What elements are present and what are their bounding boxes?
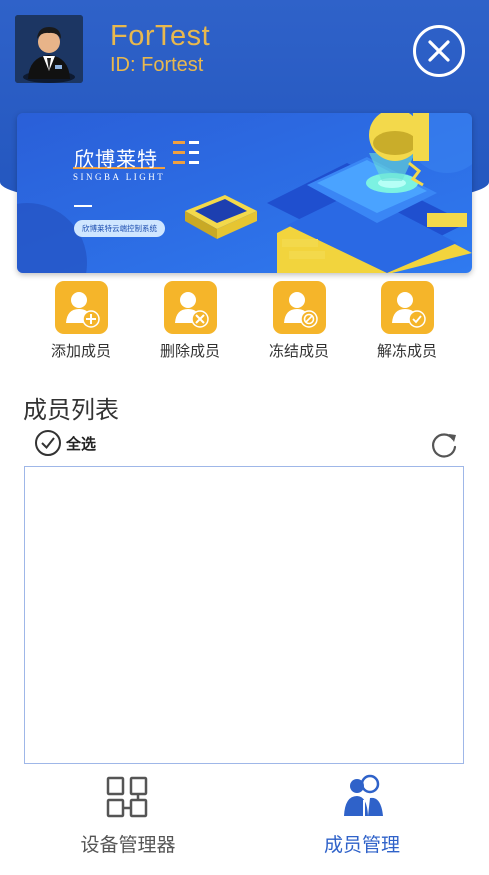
nav-member-management[interactable]: 成员管理 [282, 768, 442, 857]
avatar[interactable] [15, 15, 83, 83]
close-icon [428, 40, 450, 62]
refresh-icon [432, 433, 457, 458]
close-button[interactable] [413, 25, 465, 77]
freeze-member-button[interactable]: 冻结成员 [244, 281, 354, 361]
unfreeze-member-icon [380, 281, 434, 334]
freeze-member-label: 冻结成员 [268, 342, 329, 360]
select-all-label: 全选 [66, 434, 97, 453]
member-management-icon [344, 774, 383, 816]
add-member-button[interactable]: 添加成员 [26, 281, 136, 361]
banner-illustration [17, 113, 472, 273]
add-member-icon [54, 281, 108, 334]
select-all-checkbox[interactable]: 全选 [34, 428, 96, 458]
user-avatar-icon [15, 15, 83, 83]
member-list-title: 成员列表 [23, 396, 119, 424]
refresh-button[interactable] [429, 430, 459, 460]
nav-device-manager[interactable]: 设备管理器 [48, 768, 208, 857]
device-manager-icon [106, 776, 148, 818]
banner-brand-name: 欣博莱特 [74, 147, 158, 171]
banner-tagline: 欣博莱特云端控制系统 [74, 220, 165, 237]
check-circle-icon [35, 430, 61, 456]
app-title: ForTest [110, 20, 211, 52]
delete-member-button[interactable]: 删除成员 [135, 281, 245, 361]
delete-member-label: 删除成员 [159, 342, 220, 360]
unfreeze-member-label: 解冻成员 [376, 342, 437, 360]
promo-banner[interactable]: 欣博莱特 SINGBA LIGHT 欣博莱特云端控制系统 [17, 113, 472, 273]
delete-member-icon [163, 281, 217, 334]
freeze-member-icon [272, 281, 326, 334]
nav-member-management-label: 成员管理 [323, 834, 400, 856]
nav-device-manager-label: 设备管理器 [80, 834, 176, 856]
bottom-navigation: 设备管理器 成员管理 [0, 768, 489, 875]
add-member-label: 添加成员 [50, 342, 111, 360]
member-actions: 添加成员 删除成员 冻结成员 解冻成员 [0, 281, 489, 361]
unfreeze-member-button[interactable]: 解冻成员 [352, 281, 462, 361]
member-list[interactable] [24, 466, 464, 764]
banner-brand-english: SINGBA LIGHT [73, 172, 166, 182]
user-id: ID: Fortest [110, 54, 204, 76]
